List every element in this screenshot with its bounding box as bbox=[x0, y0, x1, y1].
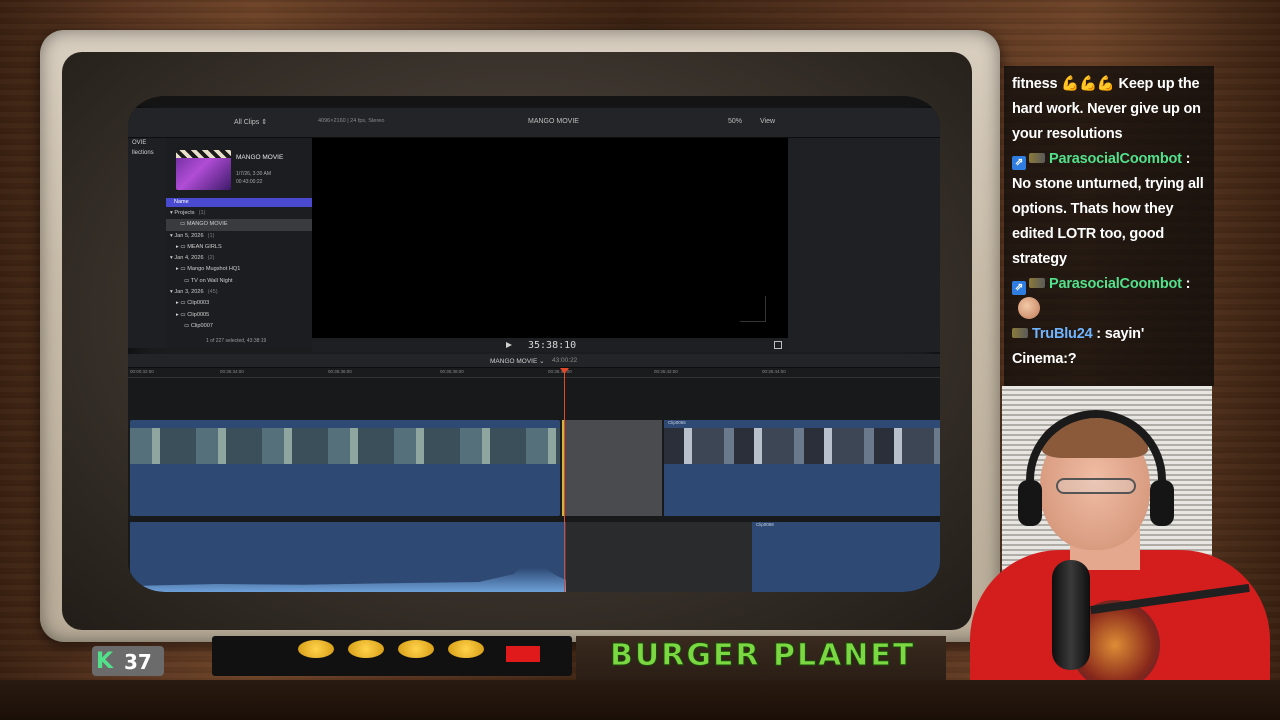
ruler-tick: 00:35:42:00 bbox=[654, 369, 678, 374]
chat-username[interactable]: ParasocialCoombot bbox=[1049, 276, 1182, 292]
ruler-tick: 00:35:34:00 bbox=[220, 369, 244, 374]
floor bbox=[0, 680, 1280, 720]
tv-dial-icon bbox=[448, 640, 484, 658]
chat-message: fitness 💪💪💪 Keep up the hard work. Never… bbox=[1012, 76, 1201, 142]
timeline-toolbar: MANGO MOVIE ⌄ 43:00:22 bbox=[128, 354, 940, 368]
list-item[interactable]: ▸ ▭ Clip0005 bbox=[166, 310, 312, 321]
chat-message: ⇗ ParasocialCoombot : bbox=[1012, 272, 1206, 322]
headset-icon bbox=[1026, 410, 1166, 520]
thumbnail-duration: 00:43:00:22 bbox=[236, 179, 263, 185]
bot-badge-icon: ⇗ bbox=[1012, 156, 1026, 170]
format-info: 4096×2160 | 24 fps, Stereo bbox=[318, 118, 385, 124]
ruler-tick: 00:35:38:00 bbox=[440, 369, 464, 374]
tv-dial-icon bbox=[298, 640, 334, 658]
list-item[interactable]: ▸ ▭ Clip0003 bbox=[166, 298, 312, 309]
timeline-duration: 43:00:22 bbox=[552, 357, 578, 364]
ruler-tick: 00:35:44:00 bbox=[762, 369, 786, 374]
thumbnail-meta: 1/7/26, 3:30 AM 00:43:00:22 bbox=[236, 170, 306, 186]
browser-list: ▾ Projects (1) ▭ MANGO MOVIE ▾ Jan 5, 202… bbox=[166, 208, 312, 332]
weapon-badge-icon bbox=[1029, 278, 1045, 288]
chat-text: : bbox=[1185, 276, 1191, 292]
video-clip[interactable]: Clip0055 bbox=[664, 420, 940, 516]
list-item[interactable]: ▾ Projects (1) bbox=[166, 208, 312, 219]
editor-screen: All Clips ⇕ 4096×2160 | 24 fps, Stereo M… bbox=[128, 96, 940, 592]
audio-waveform bbox=[130, 558, 566, 592]
list-item[interactable]: ▾ Jan 4, 2026 (2) bbox=[166, 253, 312, 264]
selection-status: 1 of 227 selected, 43:38:19 bbox=[206, 338, 267, 344]
clips-filter-dropdown[interactable]: All Clips ⇕ bbox=[234, 118, 267, 126]
webcam-streamer bbox=[960, 400, 1280, 720]
chat-text: : No stone unturned, trying all options.… bbox=[1012, 151, 1204, 267]
library-item[interactable]: llections bbox=[128, 148, 166, 158]
chat-username[interactable]: TruBlu24 bbox=[1032, 326, 1093, 342]
event-browser: MANGO MOVIE 1/7/26, 3:30 AM 00:43:00:22 … bbox=[166, 138, 312, 348]
fullscreen-icon[interactable] bbox=[774, 341, 782, 349]
library-item[interactable]: OVIE bbox=[128, 138, 166, 148]
clapper-icon bbox=[176, 150, 231, 158]
clip-label: Clip0058 bbox=[756, 522, 774, 527]
viewer[interactable] bbox=[312, 138, 788, 338]
menu-bar bbox=[128, 96, 940, 106]
clip-filmstrip bbox=[664, 428, 940, 464]
weapon-badge-icon bbox=[1012, 328, 1028, 338]
project-title: MANGO MOVIE bbox=[528, 118, 579, 125]
brand-logo: BURGER PLANET bbox=[609, 638, 916, 674]
tv-dial-icon bbox=[348, 640, 384, 658]
chat-message: ⇗ ParasocialCoombot : No stone unturned, … bbox=[1012, 147, 1206, 272]
list-item[interactable]: ▭ Clip0007 bbox=[166, 321, 312, 332]
ruler-tick: 00:35:40:00 bbox=[548, 369, 572, 374]
zoom-dropdown[interactable]: 50% bbox=[728, 118, 742, 125]
list-item[interactable]: ▾ Jan 5, 2026 (1) bbox=[166, 231, 312, 242]
timeline[interactable]: Clip0055 Clip0058 bbox=[128, 378, 940, 592]
timeline-project-title[interactable]: MANGO MOVIE ⌄ bbox=[490, 357, 545, 365]
stream-overlay: All Clips ⇕ 4096×2160 | 24 fps, Stereo M… bbox=[0, 0, 1280, 720]
clip-label: Clip0055 bbox=[668, 420, 686, 425]
kick-logo-icon: K bbox=[96, 649, 114, 674]
audio-clip[interactable] bbox=[130, 522, 566, 592]
timecode-display: 35:38:10 bbox=[528, 340, 577, 351]
inspector-panel bbox=[788, 138, 940, 352]
project-thumbnail[interactable] bbox=[176, 150, 231, 190]
view-dropdown[interactable]: View bbox=[760, 118, 775, 125]
weapon-badge-icon bbox=[1029, 153, 1045, 163]
library-sidebar: OVIE llections bbox=[128, 138, 166, 348]
headset-earcup bbox=[1018, 480, 1042, 526]
gap-clip[interactable] bbox=[562, 420, 662, 516]
power-button bbox=[506, 646, 540, 662]
thumbnail-date: 1/7/26, 3:30 AM bbox=[236, 171, 272, 177]
clip-filmstrip bbox=[130, 428, 560, 464]
kick-count: 37 bbox=[124, 650, 152, 674]
list-item[interactable]: ▾ Jan 3, 2026 (45) bbox=[166, 287, 312, 298]
list-item[interactable]: ▸ ▭ MEAN GIRLS bbox=[166, 242, 312, 253]
microphone-icon bbox=[1052, 560, 1090, 670]
headset-earcup bbox=[1150, 480, 1174, 526]
audio-gap bbox=[566, 522, 752, 592]
chat-panel: fitness 💪💪💪 Keep up the hard work. Never… bbox=[1004, 66, 1214, 386]
timeline-ruler[interactable]: 00:00:32:00 00:35:34:00 00:35:36:00 00:3… bbox=[128, 368, 940, 378]
chat-message: TruBlu24 : sayin' Cinema:? bbox=[1012, 322, 1206, 372]
name-column-header[interactable]: Name bbox=[166, 198, 312, 207]
ruler-tick: 00:35:36:00 bbox=[328, 369, 352, 374]
audio-clip[interactable]: Clip0058 bbox=[752, 522, 940, 592]
chat-username[interactable]: ParasocialCoombot bbox=[1049, 151, 1182, 167]
face-emote-icon bbox=[1018, 297, 1040, 319]
ruler-tick: 00:00:32:00 bbox=[130, 369, 154, 374]
bot-badge-icon: ⇗ bbox=[1012, 281, 1026, 295]
list-item[interactable]: ▭ MANGO MOVIE bbox=[166, 219, 312, 231]
video-clip[interactable] bbox=[130, 420, 560, 516]
viewer-safe-area bbox=[740, 296, 766, 322]
list-item[interactable]: ▭ TV on Wall Night bbox=[166, 276, 312, 287]
thumbnail-title: MANGO MOVIE bbox=[236, 154, 284, 161]
list-item[interactable]: ▸ ▭ Mango Mugshot HQ1 bbox=[166, 264, 312, 275]
play-icon[interactable] bbox=[506, 342, 512, 348]
tv-dial-icon bbox=[398, 640, 434, 658]
browser-toolbar: All Clips ⇕ 4096×2160 | 24 fps, Stereo M… bbox=[128, 108, 940, 138]
viewer-controls: 35:38:10 bbox=[312, 338, 788, 352]
playhead[interactable] bbox=[564, 368, 565, 592]
